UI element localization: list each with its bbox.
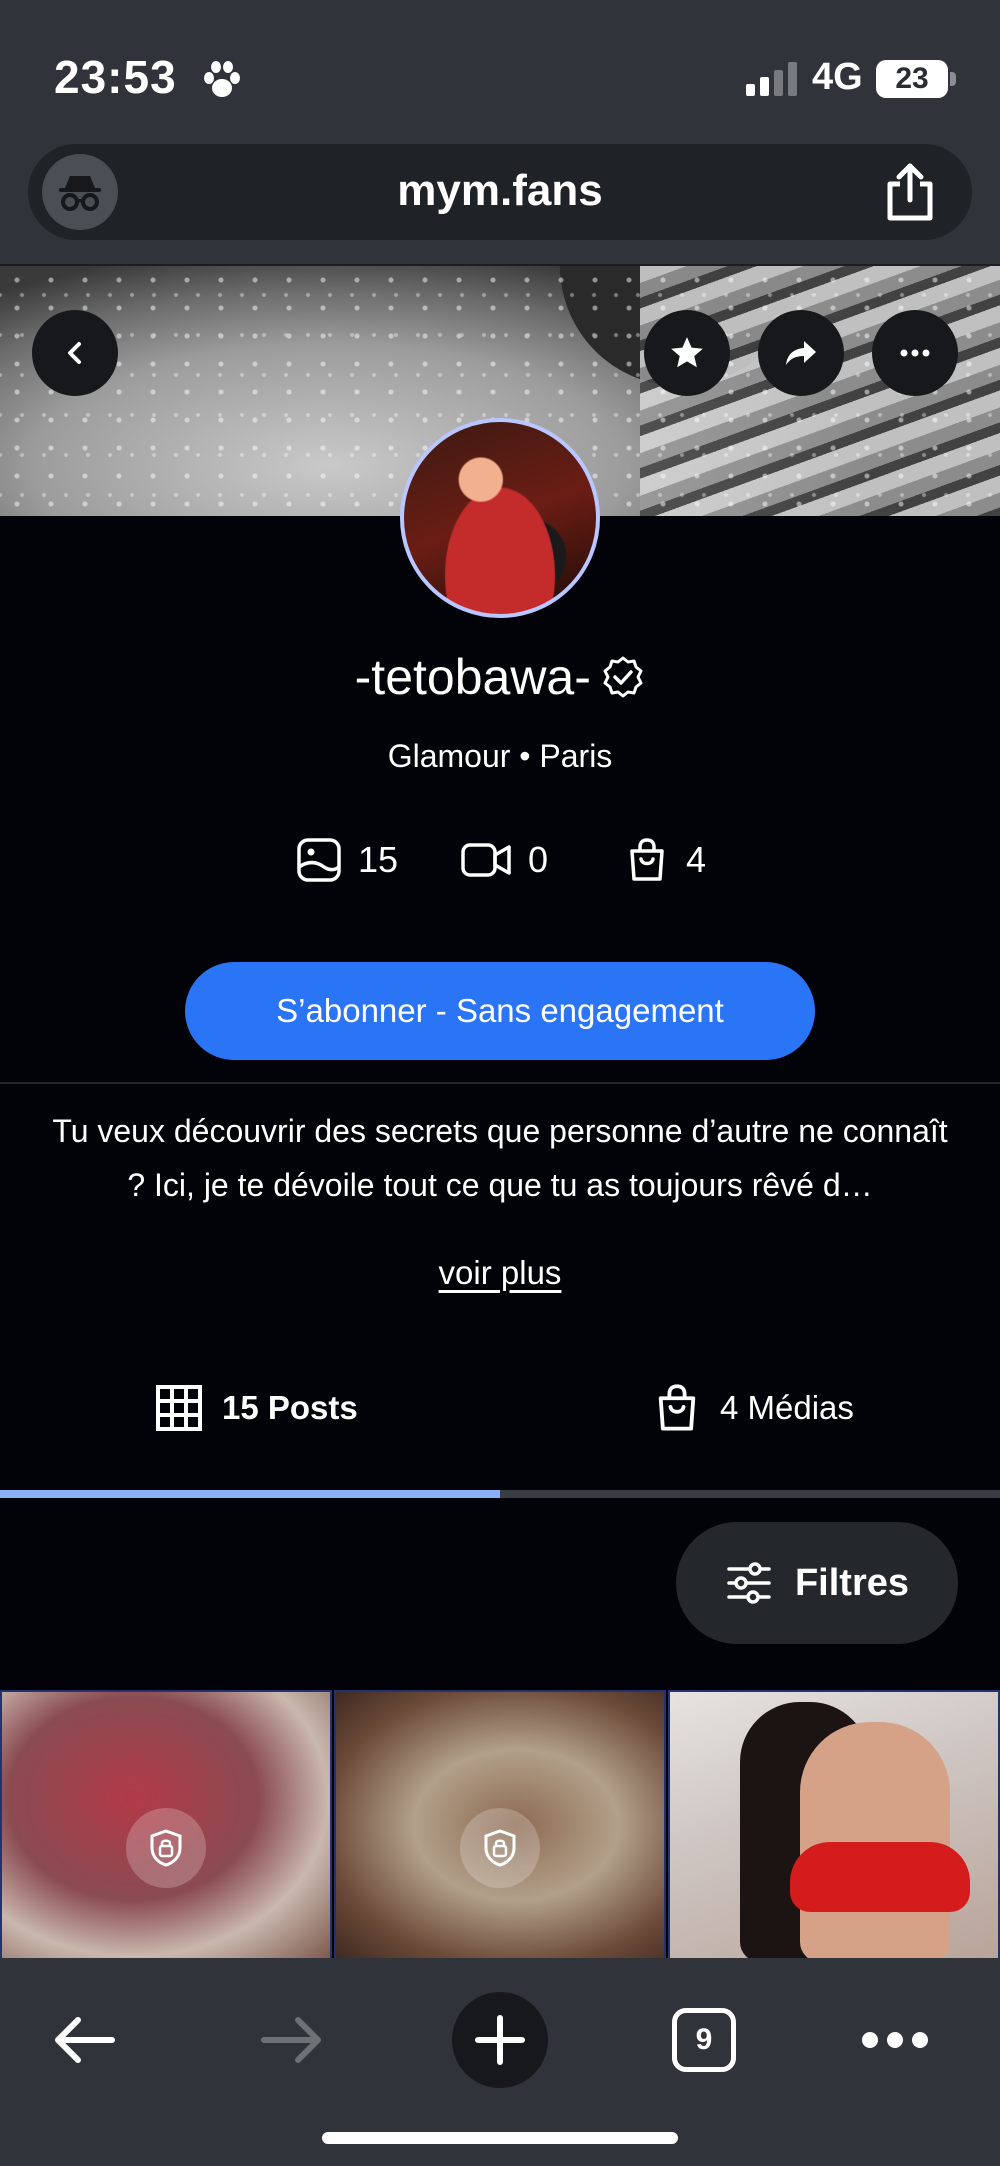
bio-text: Tu veux découvrir des secrets que person…	[52, 1113, 948, 1203]
video-camera-icon	[461, 843, 511, 877]
plus-icon	[475, 2015, 525, 2065]
filters-label: Filtres	[794, 1561, 910, 1604]
username-row: -tetobawa-	[0, 648, 1000, 706]
lock-badge	[460, 1808, 540, 1888]
battery-tip	[950, 72, 956, 86]
posts-grid	[0, 1690, 1000, 1960]
arrow-left-icon[interactable]	[50, 2012, 118, 2068]
home-indicator	[322, 2132, 678, 2144]
post-photo	[730, 1692, 970, 1958]
image-icon	[297, 838, 341, 882]
signal-icon	[746, 62, 797, 96]
arrow-right-icon[interactable]	[258, 2012, 326, 2068]
more-menu-button[interactable]	[862, 2026, 928, 2054]
photo-shape-figure	[800, 1722, 950, 1958]
share-profile-button[interactable]	[758, 310, 844, 396]
stat-medias-count: 4	[686, 839, 707, 880]
post-tile-locked[interactable]	[0, 1690, 332, 1960]
network-label: 4G	[812, 56, 863, 98]
favorite-button[interactable]	[644, 310, 730, 396]
subscribe-button[interactable]: S’abonner - Sans engagement	[185, 962, 815, 1060]
dot	[912, 2032, 928, 2048]
profile-stats: 15 0 4	[0, 832, 1000, 888]
divider	[0, 1082, 1000, 1084]
tabs-count-button[interactable]: 9	[672, 2008, 736, 2072]
tab-active-indicator	[0, 1490, 500, 1498]
sliders-icon	[727, 1562, 771, 1604]
post-tile-photo[interactable]	[668, 1690, 1000, 1960]
username: -tetobawa-	[354, 649, 591, 705]
browser-address-area: mym.fans	[0, 140, 1000, 266]
back-button[interactable]	[32, 310, 118, 396]
stat-medias: 4	[624, 832, 706, 888]
tab-posts[interactable]: 15 Posts	[154, 1372, 358, 1444]
see-more-link[interactable]: voir plus	[0, 1254, 1000, 1292]
tab-medias[interactable]: 4 Médias	[652, 1372, 854, 1444]
status-bar: 23:53 4G 23	[0, 0, 1000, 140]
paw-icon	[204, 61, 240, 97]
lock-icon	[150, 1829, 182, 1867]
address-bar[interactable]: mym.fans	[28, 144, 972, 240]
share-arrow-icon	[786, 341, 816, 365]
star-icon	[671, 337, 703, 368]
stat-videos: 0	[460, 832, 548, 888]
ellipsis-icon	[900, 349, 930, 357]
new-tab-button[interactable]	[452, 1992, 548, 2088]
stat-photos: 15	[296, 832, 398, 888]
profile-subtitle: Glamour • Paris	[387, 738, 613, 774]
lock-icon	[484, 1829, 516, 1867]
verified-badge-icon	[603, 656, 643, 698]
avatar[interactable]	[400, 418, 600, 618]
lock-badge	[126, 1808, 206, 1888]
content-tabs: 15 Posts 4 Médias	[0, 1372, 1000, 1462]
status-time: 23:53	[54, 51, 177, 103]
photo-shape-garment	[790, 1842, 970, 1912]
shopping-bag-icon	[630, 838, 664, 881]
post-tile-locked[interactable]	[334, 1690, 666, 1960]
dot	[862, 2032, 878, 2048]
stat-photos-count: 15	[358, 839, 399, 880]
share-icon[interactable]	[882, 162, 938, 222]
bag-icon	[658, 1384, 696, 1431]
battery-level: 23	[895, 62, 929, 95]
grid-icon	[156, 1385, 202, 1431]
url-text[interactable]: mym.fans	[28, 166, 972, 216]
more-options-button[interactable]	[872, 310, 958, 396]
filters-button[interactable]: Filtres	[676, 1522, 958, 1644]
chevron-left-icon	[68, 342, 81, 364]
stat-videos-count: 0	[528, 839, 549, 880]
tab-posts-label: 15 Posts	[222, 1389, 358, 1426]
tab-medias-label: 4 Médias	[720, 1389, 854, 1426]
dot	[887, 2032, 903, 2048]
